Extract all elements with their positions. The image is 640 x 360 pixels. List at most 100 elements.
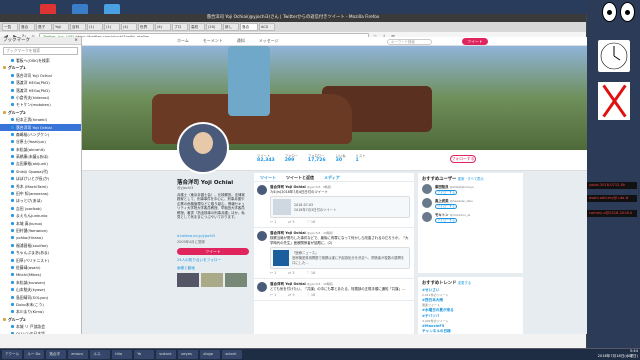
profile-link[interactable]: d.hatena.ne.jp/yjochi3 (177, 234, 247, 238)
sidebar-item[interactable]: 落渡洋 HEGo(PhD) (0, 87, 81, 94)
avatar[interactable] (422, 212, 432, 222)
suggested-user[interactable]: 真上武美 @hawaiian_taku フォローする (422, 198, 519, 209)
browser-tab[interactable]: ACS (259, 23, 275, 31)
like-icon[interactable]: ♡ 16 (307, 271, 316, 275)
sidebar-item[interactable]: 吉田 (oorikok) (0, 205, 81, 212)
nav-home[interactable]: ホーム (177, 38, 189, 44)
tab-tweets[interactable]: ツイート (260, 173, 276, 181)
sidebar-item[interactable]: 落渡洋 HEGo(PhD) (0, 79, 81, 86)
sidebar-item[interactable]: Duko末末(こう) (0, 301, 81, 308)
sidebar-item[interactable]: 秀木 (MachiTami) (0, 183, 81, 190)
retweet-icon[interactable]: ⇄ 5 (288, 271, 294, 275)
tweet[interactable]: 落合洋司 Yoji Ochiai @yjochi3 · 19時間 とても気を付けた… (254, 279, 414, 302)
taskbar-task[interactable]: scdock (156, 350, 177, 359)
media-label[interactable]: 画像と動画 (177, 266, 247, 271)
sidebar-item[interactable]: グループ2 (0, 316, 81, 323)
browser-tab[interactable]: 高校 (189, 23, 205, 31)
sidebar-item[interactable]: 福浦昌裕(soulfoe) (0, 242, 81, 249)
tweet-name[interactable]: 落合洋司 Yoji Ochiai (270, 282, 306, 286)
nav-moments[interactable]: モーメント (203, 38, 223, 44)
follow-button[interactable]: フォローする (435, 218, 457, 223)
sidebar-item[interactable]: 末松誠(akirahit) (0, 146, 81, 153)
sidebar-item[interactable]: yohko(Hirano) (0, 234, 81, 241)
nav-notifications[interactable]: 通知 (237, 38, 245, 44)
follow-button[interactable]: フォローする (435, 190, 457, 195)
tweet-avatar[interactable] (257, 281, 267, 292)
suggested-user[interactable]: 紫田智良 @shibatatomoyo フォローする (422, 184, 519, 195)
browser-tab[interactable]: (4) (155, 23, 171, 31)
sidebar-item[interactable]: 田草(ベリテニスト) (0, 257, 81, 264)
sidebar-item[interactable]: ほぼけいとが長(か) (0, 175, 81, 182)
profile-name[interactable]: 落合洋司 Yoji Ochiai (177, 178, 247, 186)
sidebar-item[interactable]: まえもんJunkunio (0, 212, 81, 219)
taskbar-task[interactable]: hito (112, 350, 133, 359)
browser-tab[interactable]: 落合 (19, 23, 35, 31)
tweet-card[interactable]: 2018-07-03 2018年7月3日付のツイート (270, 196, 410, 219)
trends-change[interactable]: 変更する (458, 281, 471, 285)
trend-tag[interactable]: #水曜日の夏が来る (422, 308, 519, 313)
browser-tab[interactable]: プロ (172, 23, 188, 31)
tweet[interactable]: 落合洋司 Yoji Ochiai @yjochi3 · 8時間 7/4(in)20… (254, 182, 414, 229)
avatar[interactable] (177, 122, 229, 174)
sidebar-item[interactable]: 本城 リ 戸部誌会 (0, 323, 81, 330)
sidebar-item[interactable]: 谷原士(Yoshijun) (0, 138, 81, 145)
sidebar-search-input[interactable]: ブックマークを検索 (3, 47, 78, 55)
suggested-user-name[interactable]: モキトン (435, 213, 449, 217)
tweet-avatar[interactable] (257, 185, 267, 195)
sidebar-item[interactable]: 田中 知(amoerao) (0, 190, 81, 197)
sidebar-item[interactable]: 本城 真(kuruo) (0, 220, 81, 227)
browser-tab[interactable]: (20) (206, 23, 222, 31)
reply-icon[interactable]: ↩ 1 (270, 271, 276, 275)
suggested-user-name[interactable]: 真上武美 (435, 199, 449, 203)
sidebar-item[interactable]: 島田晴司(SOLyon) (0, 294, 81, 301)
profile-stat[interactable]: いいね 30 (336, 150, 346, 170)
taskbar-task[interactable]: emacs (68, 350, 89, 359)
browser-tab[interactable]: (1) (104, 23, 120, 31)
sidebar-item[interactable]: O(1)(1)の日本語 (0, 330, 81, 334)
followers-you-know[interactable]: 24人の知り合いをフォロー (177, 258, 247, 263)
browser-tab[interactable]: Yoji (53, 23, 69, 31)
profile-stat[interactable]: リスト 1 (356, 150, 366, 170)
taskbar-task[interactable]: アクール (2, 350, 23, 359)
browser-tab[interactable]: 一覧 (2, 23, 18, 31)
follow-button[interactable]: フォローする (435, 204, 457, 209)
trend-tag[interactable]: #MaxxieF5 (422, 324, 519, 328)
browser-tab[interactable]: 世界 (138, 23, 154, 31)
wtf-refresh[interactable]: 更新 · すべて表示 (458, 177, 484, 181)
tweet-avatar[interactable] (257, 231, 267, 242)
taskbar-task[interactable]: xlogo (200, 350, 221, 359)
media-thumb[interactable] (201, 273, 223, 287)
tweet-name[interactable]: 落合洋司 Yoji Ochiai (270, 231, 306, 235)
avatar[interactable] (422, 198, 432, 208)
desktop-term-2[interactable]: asahi-add-my@-uta-# (587, 195, 637, 202)
profile-stat[interactable]: ツイート 82,343 (257, 150, 275, 170)
tweet-name[interactable]: 落合洋司 Yoji Ochiai (270, 185, 306, 189)
profile-stat[interactable]: フォロー 299 (285, 150, 298, 170)
taskbar-task[interactable]: 落合洋 (46, 350, 67, 359)
follow-button[interactable]: フォローする (450, 155, 476, 163)
desktop-term-3[interactable]: commy-v@2018-2018-0 (587, 210, 637, 217)
browser-tab[interactable]: (4) (121, 23, 137, 31)
suggested-user-name[interactable]: 紫田智良 (435, 185, 449, 189)
tab-media[interactable]: メディア (324, 173, 340, 181)
compose-tweet-button[interactable]: ツイート (462, 38, 488, 45)
taskbar-task[interactable]: Yo (134, 350, 155, 359)
retweet-icon[interactable]: ⇄ 5 (288, 293, 294, 297)
taskbar-task[interactable]: oeyes (178, 350, 199, 359)
sidebar-item[interactable]: 紀本正男(hiroeki) (0, 116, 81, 123)
like-icon[interactable]: ♡ 16 (307, 220, 316, 224)
sidebar-item[interactable]: グループ1 (0, 64, 81, 71)
twitter-search-input[interactable]: キーワード検索 (387, 38, 432, 45)
sidebar-item[interactable]: 落合洋司 Yoji Ochiai (0, 123, 81, 131)
sidebar-item[interactable]: グループ2 (0, 109, 81, 116)
sidebar-item[interactable]: ちゃんぷまあ(あま) (0, 249, 81, 256)
like-icon[interactable]: ♡ 16 (307, 293, 316, 297)
sidebar-item[interactable]: モトケン(motoken) (0, 101, 81, 108)
browser-tab[interactable]: 昌子 (36, 23, 52, 31)
retweet-icon[interactable]: ⇄ 5 (288, 220, 294, 224)
sidebar-item[interactable]: 落合洋司 Yoji Ochiai (0, 72, 81, 79)
tab-tweets-replies[interactable]: ツイートと返信 (286, 173, 314, 181)
profile-stat[interactable]: フォロワー 17,726 (308, 150, 326, 170)
browser-tab[interactable]: 新し (223, 23, 239, 31)
nav-messages[interactable]: メッセージ (259, 38, 279, 44)
